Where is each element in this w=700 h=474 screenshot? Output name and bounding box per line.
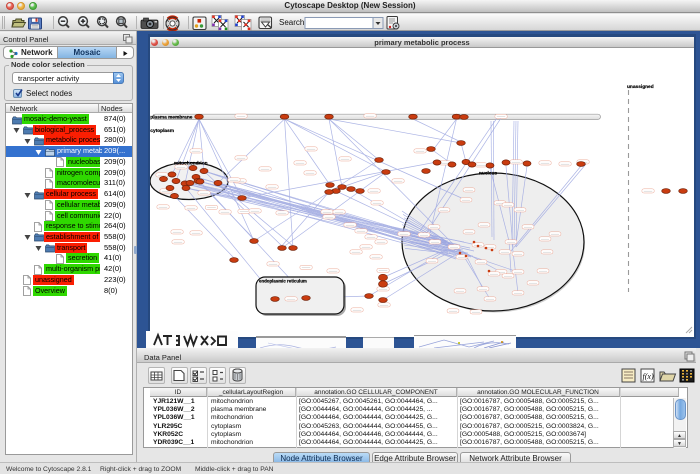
svg-text:nucleus: nucleus [479, 171, 497, 177]
svg-text:plasma membrane: plasma membrane [150, 114, 192, 120]
svg-text:Search:: Search: [279, 18, 307, 27]
svg-text:f(x): f(x) [643, 372, 654, 381]
svg-text:unassigned: unassigned [627, 84, 654, 90]
svg-text:endoplasmic reticulum: endoplasmic reticulum [259, 279, 307, 284]
svg-text:mitochondrion: mitochondrion [174, 161, 208, 167]
svg-text:cytoplasm: cytoplasm [150, 128, 174, 134]
